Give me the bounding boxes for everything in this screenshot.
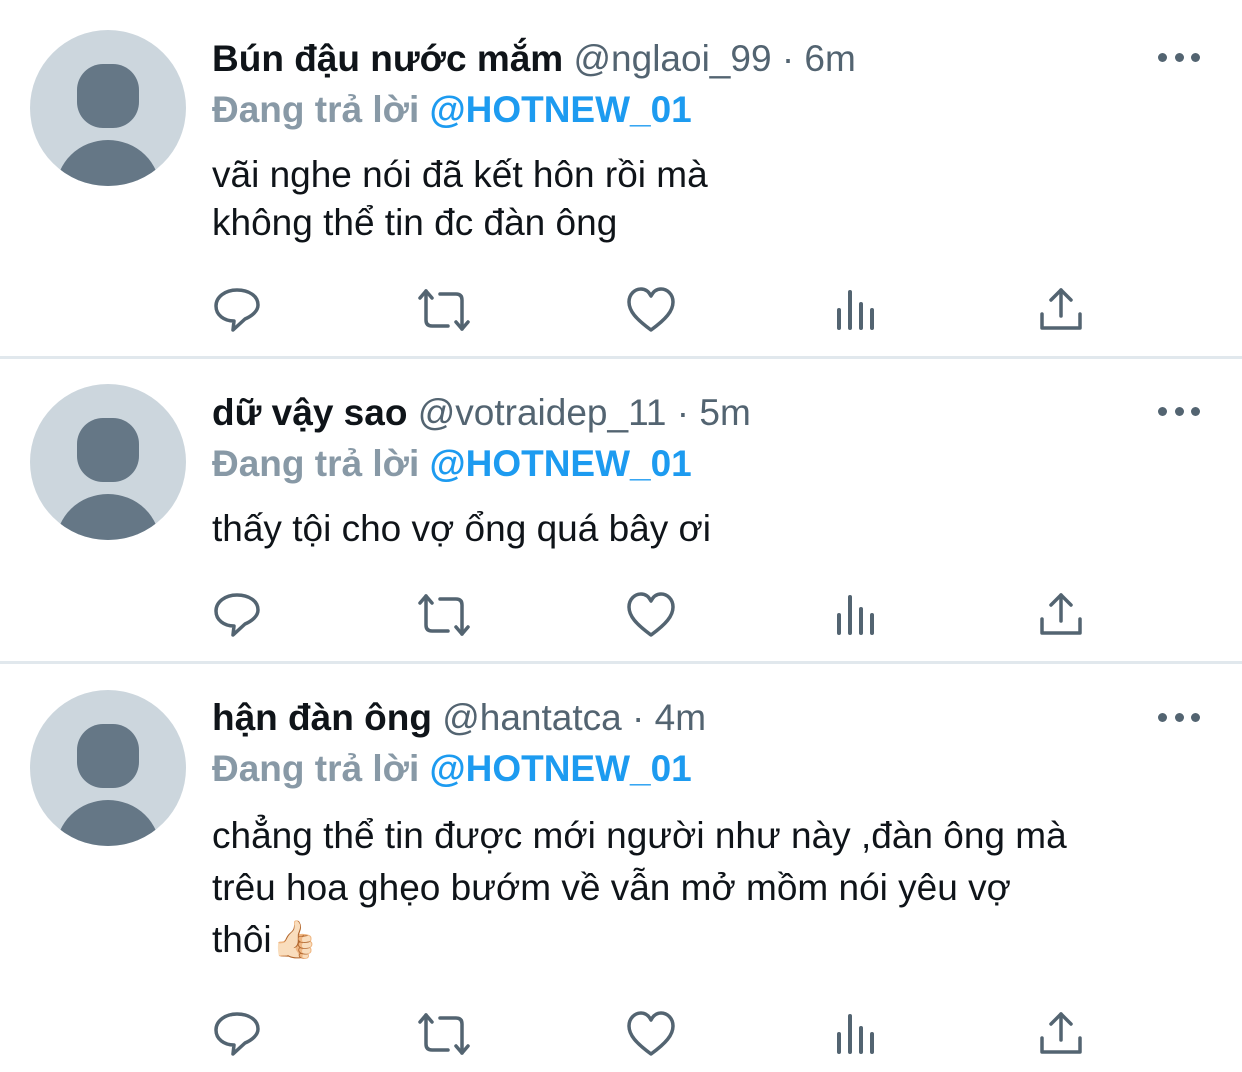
action-bar	[212, 286, 1112, 334]
more-horizontal-icon[interactable]	[1158, 47, 1200, 67]
replying-to: Đang trả lời @HOTNEW_01	[212, 440, 692, 488]
heart-icon[interactable]	[626, 286, 676, 334]
tweet-text: vãi nghe nói đã kết hôn rồi mà không thể…	[212, 151, 1212, 247]
replying-to: Đang trả lời @HOTNEW_01	[212, 745, 692, 793]
tweet-text-line: chẳng thể tin được mới người như này ,đà…	[212, 815, 1067, 856]
reply-icon[interactable]	[212, 1010, 262, 1058]
timestamp[interactable]: 5m	[699, 392, 750, 433]
display-name[interactable]: hận đàn ông	[212, 697, 432, 738]
tweet-text-line: vãi nghe nói đã kết hôn rồi mà	[212, 154, 708, 195]
analytics-icon[interactable]	[832, 591, 882, 639]
replying-to: Đang trả lời @HOTNEW_01	[212, 86, 692, 134]
tweet-text: chẳng thể tin được mới người như này ,đà…	[212, 812, 1212, 964]
replying-to-label: Đang trả lời	[212, 89, 420, 130]
retweet-icon[interactable]	[416, 591, 470, 639]
reply-icon[interactable]	[212, 591, 262, 639]
default-avatar-icon	[56, 724, 160, 846]
reply-target-link[interactable]: @HOTNEW_01	[430, 748, 692, 789]
timestamp[interactable]: 6m	[804, 38, 855, 79]
tweet-header: hận đàn ông @hantatca · 4m	[212, 694, 706, 742]
more-horizontal-icon[interactable]	[1158, 707, 1200, 727]
action-bar	[212, 1010, 1112, 1058]
heart-icon[interactable]	[626, 591, 676, 639]
timestamp[interactable]: 4m	[655, 697, 706, 738]
tweet-text: thấy tội cho vợ ổng quá bây ơi	[212, 505, 1212, 553]
user-handle[interactable]: @votraidep_11	[418, 392, 667, 433]
avatar[interactable]	[30, 30, 186, 186]
avatar[interactable]	[30, 690, 186, 846]
tweet-text-line: không thể tin đc đàn ông	[212, 202, 618, 243]
tweet-3[interactable]: hận đàn ông @hantatca · 4m Đang trả lời …	[0, 664, 1242, 1072]
separator-dot: ·	[632, 697, 645, 738]
tweet-text-line: trêu hoa ghẹo bướm về vẫn mở mồm nói yêu…	[212, 867, 1011, 908]
separator-dot: ·	[676, 392, 690, 433]
user-handle[interactable]: @hantatca	[442, 697, 622, 738]
reply-icon[interactable]	[212, 286, 262, 334]
separator-dot: ·	[781, 38, 795, 79]
replying-to-label: Đang trả lời	[212, 748, 420, 789]
default-avatar-icon	[56, 418, 160, 540]
more-horizontal-icon[interactable]	[1158, 401, 1200, 421]
default-avatar-icon	[56, 64, 160, 186]
tweet-2[interactable]: dữ vậy sao @votraidep_11 · 5m Đang trả l…	[0, 359, 1242, 661]
retweet-icon[interactable]	[416, 286, 470, 334]
reply-target-link[interactable]: @HOTNEW_01	[430, 443, 692, 484]
replying-to-label: Đang trả lời	[212, 443, 420, 484]
display-name[interactable]: dữ vậy sao	[212, 392, 407, 433]
share-icon[interactable]	[1038, 286, 1088, 334]
tweet-header: Bún đậu nước mắm @nglaoi_99 · 6m	[212, 35, 856, 83]
analytics-icon[interactable]	[832, 286, 882, 334]
avatar[interactable]	[30, 384, 186, 540]
action-bar	[212, 591, 1112, 639]
tweet-text-line: thôi👍🏻	[212, 919, 318, 960]
share-icon[interactable]	[1038, 591, 1088, 639]
reply-target-link[interactable]: @HOTNEW_01	[430, 89, 692, 130]
display-name[interactable]: Bún đậu nước mắm	[212, 38, 563, 79]
share-icon[interactable]	[1038, 1010, 1088, 1058]
heart-icon[interactable]	[626, 1010, 676, 1058]
tweet-text-line: thấy tội cho vợ ổng quá bây ơi	[212, 508, 711, 549]
tweet-1[interactable]: Bún đậu nước mắm @nglaoi_99 · 6m Đang tr…	[0, 0, 1242, 356]
retweet-icon[interactable]	[416, 1010, 470, 1058]
user-handle[interactable]: @nglaoi_99	[573, 38, 771, 79]
analytics-icon[interactable]	[832, 1010, 882, 1058]
tweet-header: dữ vậy sao @votraidep_11 · 5m	[212, 389, 751, 437]
